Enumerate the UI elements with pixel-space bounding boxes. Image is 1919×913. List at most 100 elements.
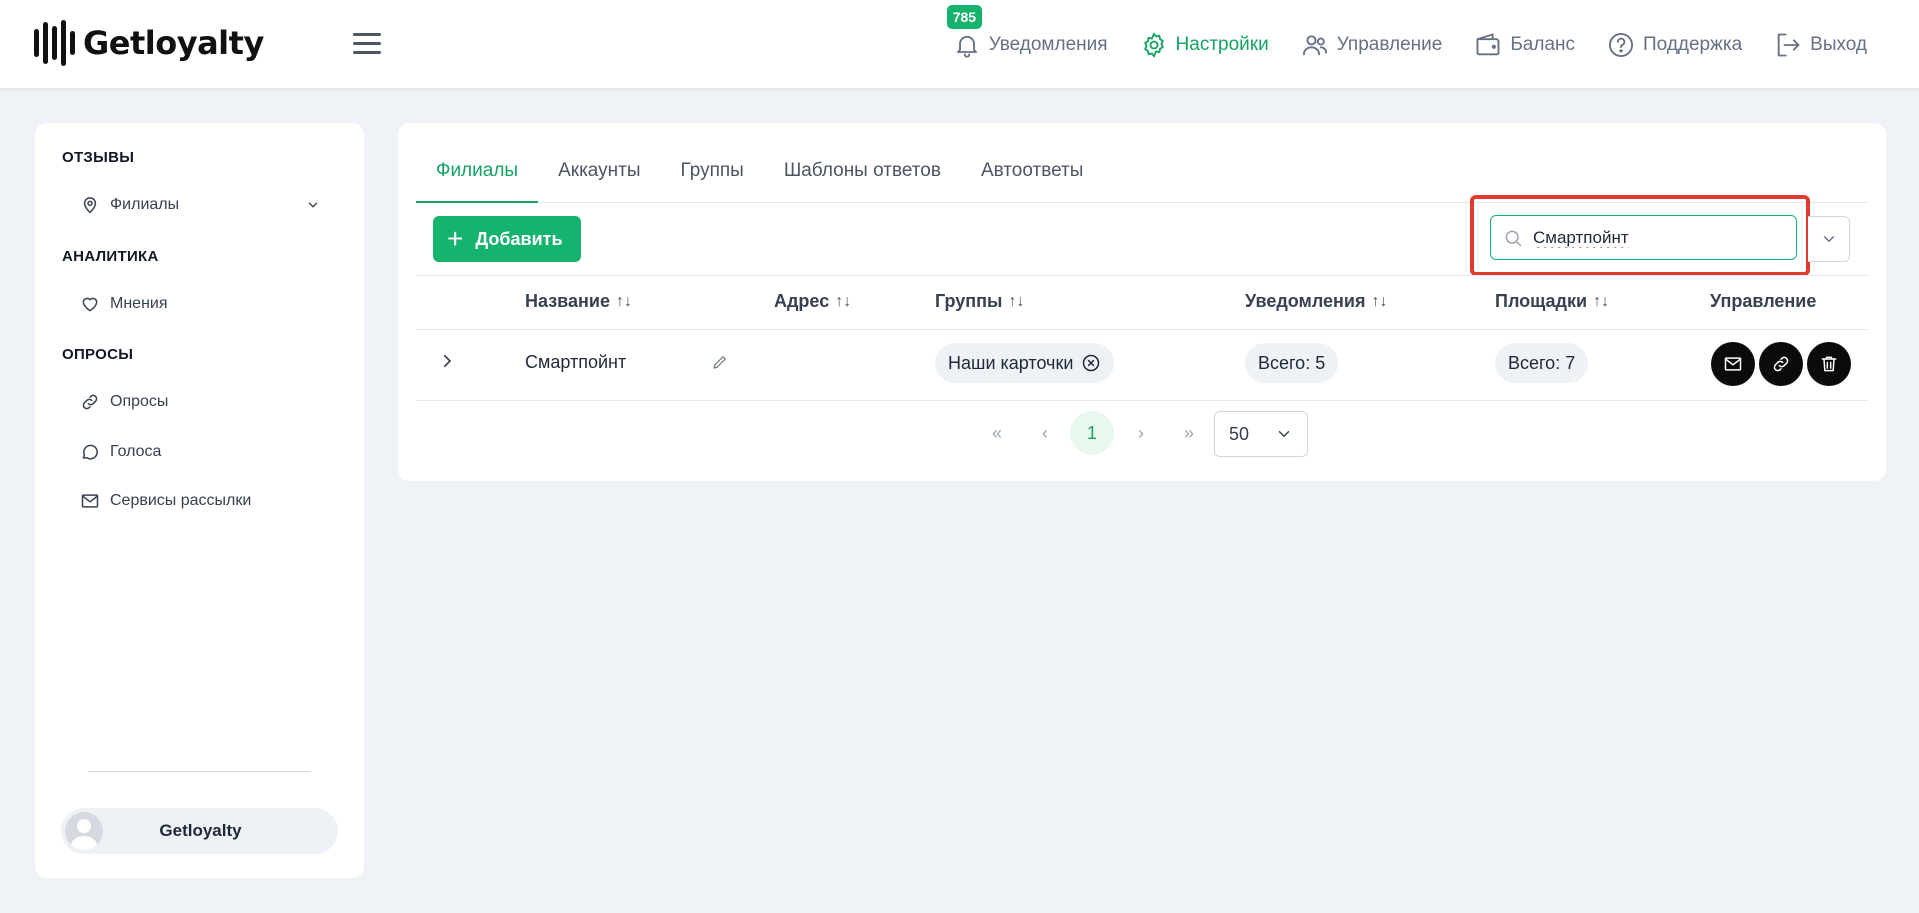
- table-border: [416, 400, 1868, 401]
- link-icon: [82, 394, 98, 410]
- trash-icon: [1821, 356, 1837, 372]
- column-header-management: Управление: [1710, 291, 1816, 312]
- sidebar-item-votes[interactable]: Голоса: [80, 442, 161, 462]
- sidebar-item-mailing-label: Сервисы рассылки: [110, 492, 252, 509]
- menu-toggle-icon[interactable]: [353, 33, 381, 55]
- user-profile[interactable]: Getloyalty: [61, 808, 338, 854]
- sidebar-item-mailing[interactable]: Сервисы рассылки: [80, 491, 251, 511]
- tab-reply-templates[interactable]: Шаблоны ответов: [764, 160, 961, 202]
- logout-icon: [1777, 33, 1800, 56]
- column-header-name: Название ↑↓: [525, 291, 632, 312]
- sidebar-item-branches[interactable]: Филиалы: [80, 195, 179, 215]
- sidebar-item-polls[interactable]: Опросы: [80, 392, 168, 412]
- prev-page-button[interactable]: ‹: [1025, 411, 1065, 455]
- add-branch-button[interactable]: + Добавить: [433, 216, 581, 262]
- group-chip-label: Наши карточки: [948, 352, 1074, 373]
- sidebar-item-branches-label: Филиалы: [110, 196, 180, 213]
- sidebar-divider: [88, 771, 311, 772]
- current-page-button[interactable]: 1: [1070, 411, 1114, 455]
- remove-circle-icon[interactable]: [1081, 353, 1101, 373]
- chevron-right-icon[interactable]: [438, 352, 456, 370]
- sort-icon[interactable]: ↑↓: [1593, 293, 1609, 311]
- sidebar-item-opinions-label: Мнения: [110, 295, 168, 312]
- column-header-address: Адрес ↑↓: [774, 291, 851, 312]
- tab-accounts[interactable]: Аккаунты: [538, 160, 660, 202]
- sidebar-item-opinions[interactable]: Мнения: [80, 294, 168, 314]
- page-size-select[interactable]: 50: [1214, 411, 1308, 457]
- platforms-total-chip[interactable]: Всего: 7: [1495, 343, 1589, 383]
- next-page-button[interactable]: ›: [1121, 411, 1161, 455]
- mail-icon: [81, 494, 99, 508]
- tab-groups[interactable]: Группы: [661, 160, 764, 202]
- tab-branches[interactable]: Филиалы: [416, 160, 539, 203]
- tab-bar: Филиалы Аккаунты Группы Шаблоны ответов …: [416, 123, 1868, 203]
- nav-logout-label: Выход: [1810, 33, 1867, 55]
- branches-card: Филиалы Аккаунты Группы Шаблоны ответов …: [398, 123, 1886, 481]
- logo-mark-icon: [34, 20, 75, 66]
- heart-icon: [82, 297, 98, 312]
- nav-settings[interactable]: Настройки: [1140, 31, 1269, 59]
- mail-icon: [1724, 357, 1742, 371]
- send-mail-button[interactable]: [1711, 342, 1755, 386]
- filter-dropdown-toggle[interactable]: [1808, 216, 1850, 262]
- first-page-button[interactable]: «: [977, 411, 1017, 455]
- chevron-down-icon[interactable]: [306, 198, 320, 212]
- nav-notifications-label: Уведомления: [988, 33, 1108, 55]
- link-icon: [1773, 356, 1789, 372]
- wallet-icon: [1476, 33, 1500, 55]
- last-page-button[interactable]: »: [1169, 411, 1209, 455]
- tab-autoreplies[interactable]: Автоответы: [961, 160, 1103, 202]
- sort-icon[interactable]: ↑↓: [1008, 293, 1024, 311]
- bell-icon: [956, 35, 978, 58]
- top-nav: 785 Уведомления Настройки Управление Бал…: [946, 0, 1867, 89]
- sort-icon[interactable]: ↑↓: [1372, 293, 1388, 311]
- sidebar-item-votes-label: Голоса: [110, 443, 162, 460]
- search-box[interactable]: [1490, 215, 1797, 260]
- sidebar-section-polls: ОПРОСЫ: [62, 346, 134, 363]
- table-border: [416, 329, 1868, 330]
- nav-balance[interactable]: Баланс: [1474, 31, 1575, 59]
- column-groups-label: Группы: [935, 291, 1003, 311]
- chevron-down-icon: [1823, 236, 1834, 243]
- column-header-platforms: Площадки ↑↓: [1495, 291, 1609, 312]
- sidebar: ОТЗЫВЫ Филиалы АНАЛИТИКА Мнения ОПРОСЫ О…: [35, 123, 364, 878]
- logo-text: Getloyalty: [83, 24, 264, 62]
- sidebar-section-analytics: АНАЛИТИКА: [62, 248, 159, 265]
- nav-settings-label: Настройки: [1175, 33, 1269, 55]
- nav-support[interactable]: Поддержка: [1607, 31, 1742, 59]
- add-branch-label: Добавить: [475, 228, 563, 249]
- column-notifications-label: Уведомления: [1245, 291, 1366, 311]
- column-platforms-label: Площадки: [1495, 291, 1588, 311]
- notifications-total-chip[interactable]: Всего: 5: [1245, 343, 1339, 383]
- users-icon: [1302, 34, 1327, 55]
- page-size-value: 50: [1229, 423, 1250, 444]
- column-header-groups: Группы ↑↓: [935, 291, 1024, 312]
- user-name: Getloyalty: [159, 821, 242, 840]
- column-header-notifications: Уведомления ↑↓: [1245, 291, 1388, 312]
- gear-icon: [1143, 31, 1164, 58]
- notifications-total-label: Всего: 5: [1258, 352, 1326, 373]
- logo[interactable]: Getloyalty: [34, 20, 264, 66]
- sidebar-item-polls-label: Опросы: [110, 393, 169, 410]
- nav-management[interactable]: Управление: [1301, 31, 1443, 59]
- copy-link-button[interactable]: [1759, 342, 1803, 386]
- table-border: [416, 275, 1868, 276]
- help-icon: [1608, 32, 1634, 57]
- map-pin-icon: [83, 197, 97, 214]
- pencil-icon[interactable]: [711, 353, 729, 371]
- nav-support-label: Поддержка: [1643, 33, 1743, 55]
- nav-notifications[interactable]: 785 Уведомления: [946, 4, 1108, 59]
- sort-icon[interactable]: ↑↓: [835, 293, 851, 311]
- search-area: [1470, 195, 1810, 276]
- nav-balance-label: Баланс: [1510, 33, 1576, 55]
- nav-management-label: Управление: [1336, 33, 1443, 55]
- search-icon: [1505, 230, 1522, 246]
- top-header: Getloyalty 785 Уведомления Настройки Упр…: [0, 0, 1919, 89]
- delete-button[interactable]: [1807, 342, 1851, 386]
- sort-icon[interactable]: ↑↓: [616, 293, 632, 311]
- sidebar-section-reviews: ОТЗЫВЫ: [62, 149, 135, 166]
- chat-bubble-icon: [82, 444, 98, 460]
- group-chip: Наши карточки: [935, 343, 1115, 383]
- search-input[interactable]: [1533, 227, 1763, 248]
- nav-logout[interactable]: Выход: [1774, 31, 1867, 59]
